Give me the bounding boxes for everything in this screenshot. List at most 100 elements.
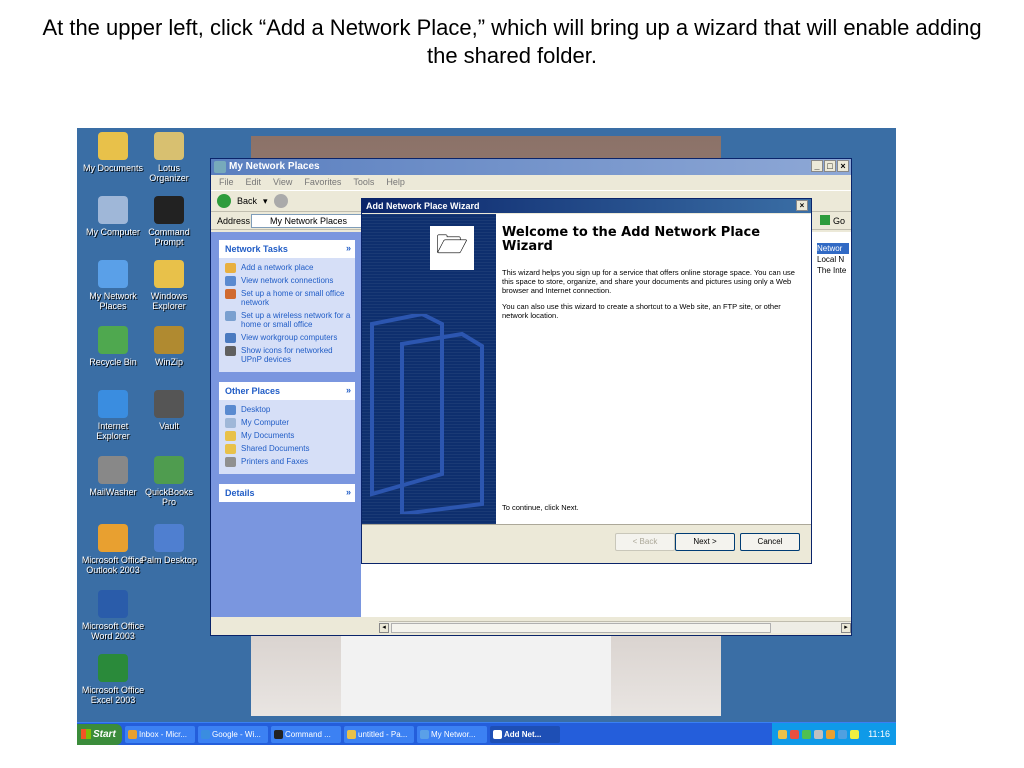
menu-help[interactable]: Help — [386, 175, 405, 190]
horizontal-scrollbar[interactable]: ◂ ▸ — [379, 621, 851, 633]
taskbar-button-my-network[interactable]: My Networ... — [417, 725, 487, 743]
paint-icon — [347, 729, 356, 739]
computer-icon — [225, 418, 236, 428]
back-arrow-icon[interactable] — [217, 194, 231, 208]
add-network-place-icon — [225, 263, 236, 273]
menu-file[interactable]: File — [219, 175, 234, 190]
desktop-icon-palm-desktop[interactable]: Palm Desktop — [137, 524, 201, 565]
network-icon — [420, 729, 429, 739]
taskbar-button-command[interactable]: Command ... — [271, 725, 341, 743]
wizard-title: Add Network Place Wizard — [366, 201, 480, 211]
desktop-icon-windows-explorer[interactable]: Windows Explorer — [137, 260, 201, 311]
desktop-icon-recycle-bin[interactable]: Recycle Bin — [81, 326, 145, 367]
tray-icon[interactable] — [850, 729, 860, 739]
home-network-icon — [225, 289, 236, 299]
details-header[interactable]: Details » — [219, 484, 355, 502]
explorer-folder-icon — [154, 260, 184, 288]
chevron-down-icon[interactable]: ▾ — [263, 190, 268, 212]
wizard-heading: Welcome to the Add Network Place Wizard — [502, 225, 761, 254]
excel-icon — [98, 654, 128, 682]
other-places-header[interactable]: Other Places » — [219, 382, 355, 400]
collapse-chevron-icon[interactable]: » — [346, 243, 351, 253]
task-upnp-devices[interactable]: Show icons for networked UPnP devices — [223, 344, 351, 366]
desktop-icon-my-computer[interactable]: My Computer — [81, 196, 145, 237]
place-my-computer[interactable]: My Computer — [223, 416, 351, 429]
task-view-network-connections[interactable]: View network connections — [223, 274, 351, 287]
network-icon — [98, 260, 128, 288]
tray-icon[interactable] — [802, 729, 812, 739]
add-network-place-wizard: Add Network Place Wizard × 🗁 Welcome to … — [361, 198, 812, 564]
window-titlebar[interactable]: My Network Places _ □ × — [211, 159, 851, 175]
go-button[interactable]: Go — [820, 214, 845, 228]
menu-tools[interactable]: Tools — [353, 175, 374, 190]
desktop-icon-outlook[interactable]: Microsoft Office Outlook 2003 — [81, 524, 145, 575]
palm-icon — [154, 524, 184, 552]
slide-caption: At the upper left, click “Add a Network … — [42, 15, 982, 68]
desktop-icon-my-network-places[interactable]: My Network Places — [81, 260, 145, 311]
network-connections-icon — [225, 276, 236, 286]
place-my-documents[interactable]: My Documents — [223, 429, 351, 442]
desktop-icon-vault[interactable]: Vault — [137, 390, 201, 431]
scroll-left-icon[interactable]: ◂ — [379, 623, 389, 633]
wizard-titlebar[interactable]: Add Network Place Wizard × — [362, 199, 811, 213]
clock[interactable]: 11:16 — [868, 729, 890, 739]
task-wireless-network[interactable]: Set up a wireless network for a home or … — [223, 309, 351, 331]
system-tray: 11:16 — [772, 722, 896, 745]
taskbar: Start Inbox - Micr... Google - Wi... Com… — [77, 722, 896, 745]
menu-favorites[interactable]: Favorites — [304, 175, 341, 190]
expand-chevron-icon[interactable]: » — [346, 487, 351, 497]
desktop-icon-word[interactable]: Microsoft Office Word 2003 — [81, 590, 145, 641]
close-button[interactable]: × — [837, 160, 849, 172]
desktop-icon-excel[interactable]: Microsoft Office Excel 2003 — [81, 654, 145, 705]
desktop-icon-internet-explorer[interactable]: Internet Explorer — [81, 390, 145, 441]
desktop-icon-my-documents[interactable]: My Documents — [81, 132, 145, 173]
wizard-side-banner: 🗁 — [362, 214, 496, 524]
maximize-button[interactable]: □ — [824, 160, 836, 172]
cancel-button[interactable]: Cancel — [740, 533, 800, 551]
start-button[interactable]: Start — [77, 723, 122, 745]
scroll-right-icon[interactable]: ▸ — [841, 623, 851, 633]
desktop-icon-quickbooks-pro[interactable]: QuickBooks Pro — [137, 456, 201, 507]
network-tasks-header[interactable]: Network Tasks » — [219, 240, 355, 258]
place-shared-documents[interactable]: Shared Documents — [223, 442, 351, 455]
tray-icon[interactable] — [778, 729, 788, 739]
desktop-icon-winzip[interactable]: WinZip — [137, 326, 201, 367]
desktop-icon-command-prompt[interactable]: Command Prompt — [137, 196, 201, 247]
shared-folder-icon — [225, 444, 236, 454]
next-button[interactable]: Next > — [675, 533, 735, 551]
tray-icon[interactable] — [814, 729, 824, 739]
terminal-icon — [274, 729, 283, 739]
task-home-network[interactable]: Set up a home or small office network — [223, 287, 351, 309]
menu-view[interactable]: View — [273, 175, 292, 190]
wizard-description: This wizard helps you sign up for a serv… — [502, 268, 795, 295]
task-workgroup-computers[interactable]: View workgroup computers — [223, 331, 351, 344]
wizard-close-button[interactable]: × — [796, 200, 808, 211]
list-item[interactable]: Local N — [817, 254, 849, 265]
desktop-icon-lotus-organizer[interactable]: Lotus Organizer — [137, 132, 201, 183]
outlook-icon — [128, 729, 137, 739]
taskbar-button-google[interactable]: Google - Wi... — [198, 725, 268, 743]
back-button[interactable]: < Back — [615, 533, 675, 551]
scrollbar-thumb[interactable] — [391, 623, 771, 633]
taskbar-button-inbox[interactable]: Inbox - Micr... — [125, 725, 195, 743]
taskbar-button-paint[interactable]: untitled - Pa... — [344, 725, 414, 743]
place-desktop[interactable]: Desktop — [223, 403, 351, 416]
minimize-button[interactable]: _ — [811, 160, 823, 172]
upnp-device-icon — [225, 346, 236, 356]
back-button[interactable]: Back — [237, 190, 257, 212]
desktop-icon-mailwasher[interactable]: MailWasher — [81, 456, 145, 497]
list-item[interactable]: The Inte — [817, 265, 849, 276]
forward-arrow-icon[interactable] — [273, 194, 288, 208]
taskbar-button-add-network[interactable]: Add Net... — [490, 725, 560, 743]
place-printers-and-faxes[interactable]: Printers and Faxes — [223, 455, 351, 468]
list-item[interactable]: Networ — [817, 243, 849, 254]
menu-edit[interactable]: Edit — [246, 175, 262, 190]
tray-icon[interactable] — [826, 729, 836, 739]
workgroup-icon — [225, 333, 236, 343]
computer-icon — [98, 196, 128, 224]
address-label: Address — [217, 216, 251, 226]
tray-icon[interactable] — [838, 729, 848, 739]
tray-icon[interactable] — [790, 729, 800, 739]
task-add-network-place[interactable]: Add a network place — [223, 261, 351, 274]
collapse-chevron-icon[interactable]: » — [346, 385, 351, 395]
